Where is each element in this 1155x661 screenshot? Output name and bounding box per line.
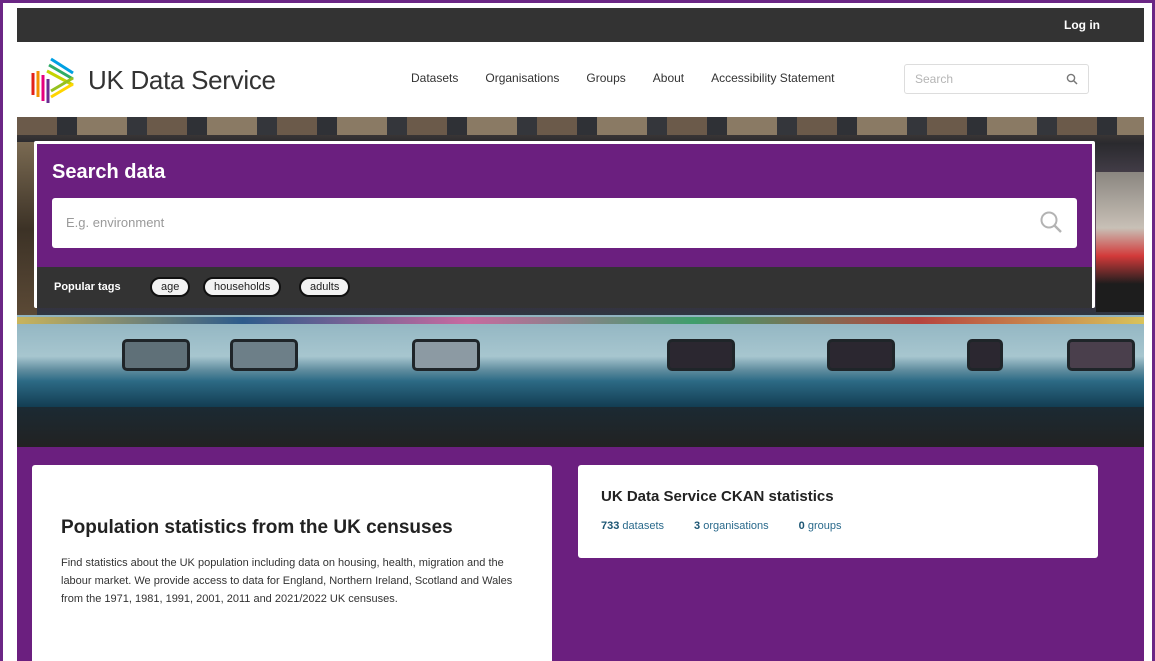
masthead: UK Data Service Datasets Organisations G…: [17, 42, 1144, 117]
nav-item-datasets[interactable]: Datasets: [411, 71, 458, 85]
login-link[interactable]: Log in: [1064, 18, 1100, 32]
search-icon[interactable]: [1039, 210, 1063, 234]
site-name[interactable]: UK Data Service: [88, 65, 276, 96]
stat-datasets-link[interactable]: 733 datasets: [601, 520, 664, 532]
hero-background-image: [967, 339, 1003, 371]
tag-adults[interactable]: adults: [299, 277, 351, 297]
page-frame: Log in UK Data Service Datasets Organisa…: [0, 0, 1155, 661]
intro-text: Find statistics about the UK population …: [61, 557, 513, 605]
tag-age[interactable]: age: [150, 277, 191, 297]
uk-data-service-logo-icon[interactable]: [29, 51, 77, 109]
search-data-field: [52, 198, 1077, 248]
hero-background-image: [122, 339, 190, 371]
nav-search-box: [904, 64, 1089, 94]
nav-item-accessibility-statement[interactable]: Accessibility Statement: [711, 71, 834, 85]
hero-background-image: [17, 117, 1144, 135]
hero-background-image: [230, 339, 298, 371]
homepage-content-section: Population statistics from the UK census…: [17, 447, 1144, 661]
hero-background-image: [17, 407, 1144, 447]
nav-search-input[interactable]: [905, 65, 1055, 93]
search-data-title: Search data: [52, 161, 166, 183]
hero-background-image: [1067, 339, 1135, 371]
nav-item-about[interactable]: About: [653, 71, 684, 85]
search-data-panel: Search data Popular tags age households …: [34, 141, 1095, 308]
nav-item-organisations[interactable]: Organisations: [485, 71, 559, 85]
popular-tags-label: Popular tags: [54, 281, 121, 293]
stats-list: 733 datasets 3 organisations 0 groups: [601, 520, 871, 532]
intro-card: Population statistics from the UK census…: [32, 465, 552, 661]
stat-groups-link[interactable]: 0 groups: [799, 520, 842, 532]
popular-tags-bar: Popular tags age households adults: [37, 267, 1092, 308]
account-bar: Log in: [17, 8, 1144, 42]
hero-background-image: [1096, 172, 1144, 312]
search-data-input[interactable]: [52, 198, 1012, 246]
stat-label: organisations: [703, 520, 769, 532]
stat-organisations-link[interactable]: 3 organisations: [694, 520, 769, 532]
hero-background-image: [667, 339, 735, 371]
stat-count: 0: [798, 520, 805, 532]
main-nav: Datasets Organisations Groups About Acce…: [411, 71, 862, 85]
stat-count: 733: [601, 520, 620, 532]
search-icon[interactable]: [1066, 73, 1078, 85]
tag-households[interactable]: households: [203, 277, 282, 297]
hero-background-image: [412, 339, 480, 371]
nav-item-groups[interactable]: Groups: [586, 71, 625, 85]
stat-label: groups: [807, 520, 842, 532]
stats-heading: UK Data Service CKAN statistics: [601, 488, 834, 505]
intro-heading: Population statistics from the UK census…: [61, 517, 453, 538]
stats-card: UK Data Service CKAN statistics 733 data…: [578, 465, 1098, 558]
stat-count: 3: [694, 520, 701, 532]
hero-background-image: [827, 339, 895, 371]
stat-label: datasets: [622, 520, 665, 532]
hero-background-image: [17, 317, 1144, 324]
